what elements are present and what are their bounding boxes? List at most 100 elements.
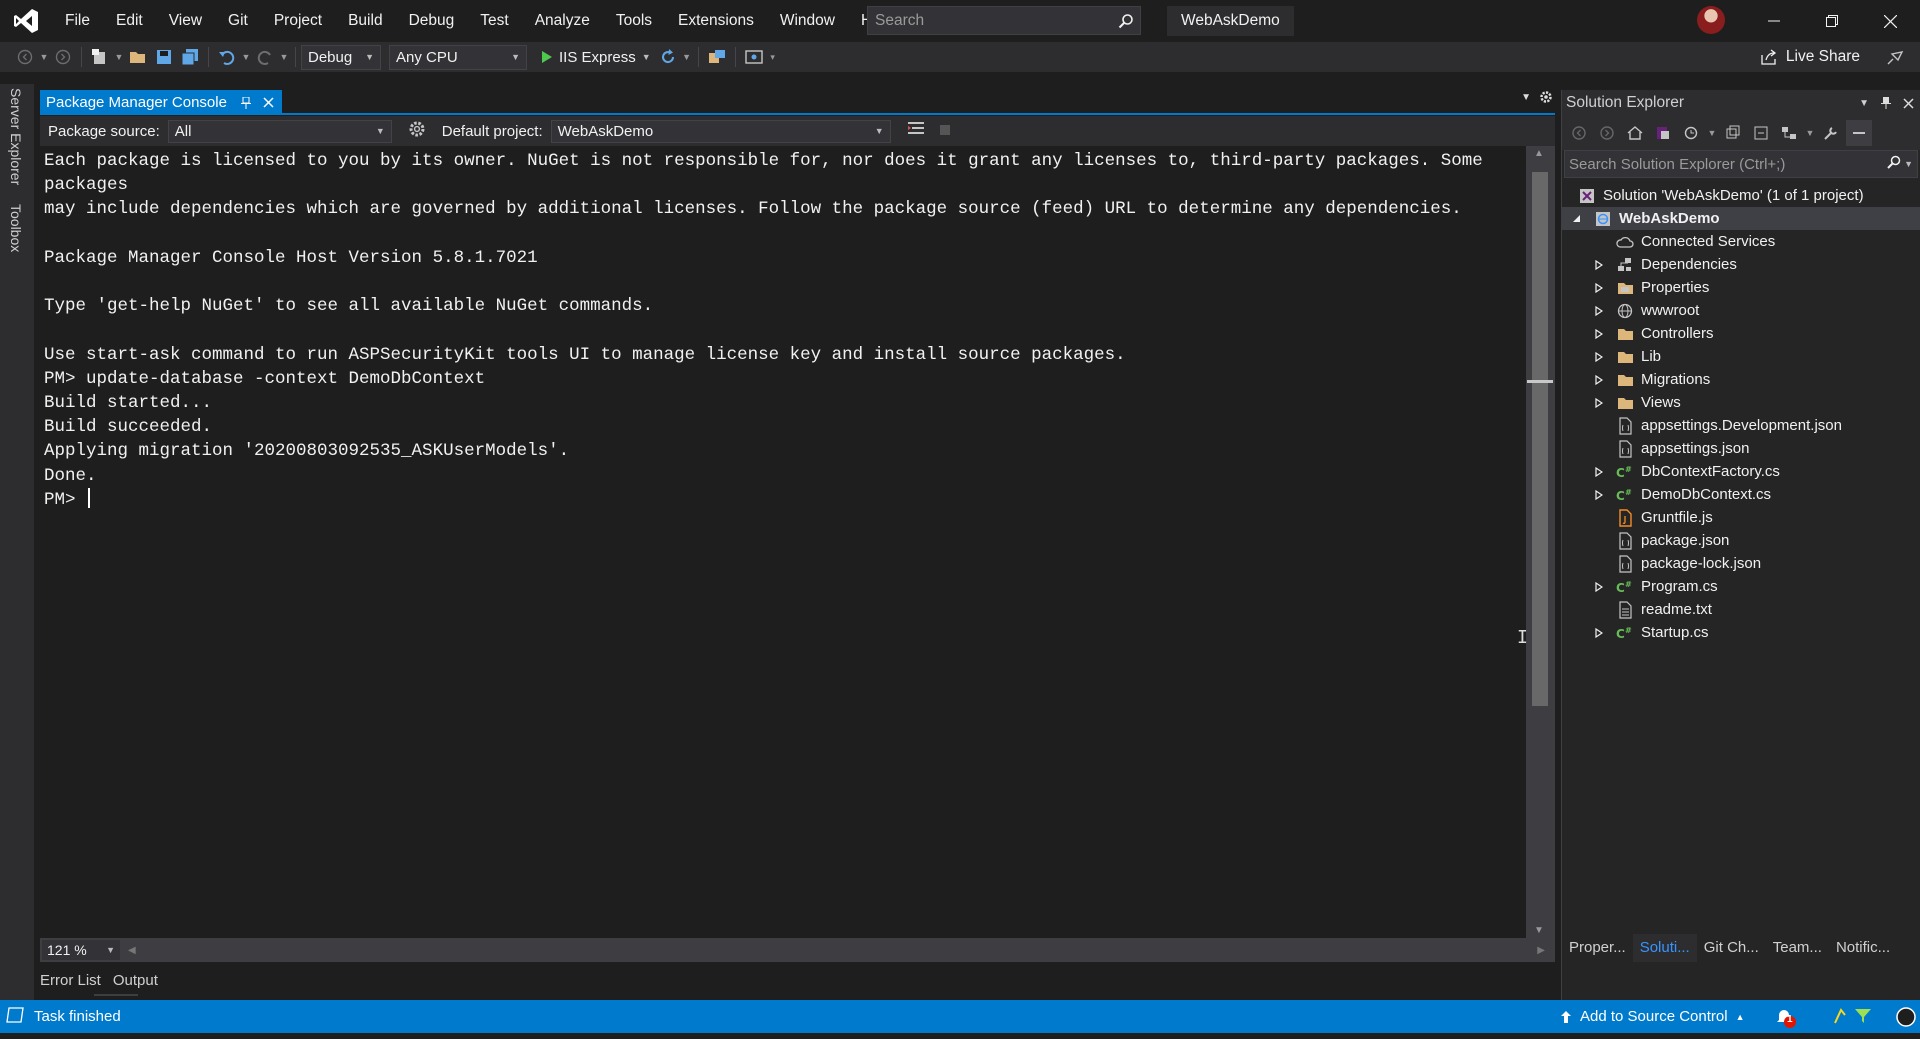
menu-build[interactable]: Build xyxy=(335,0,395,42)
collapsed-triangle-icon[interactable] xyxy=(1593,276,1605,299)
tree-item[interactable]: Properties xyxy=(1562,276,1920,299)
home-icon[interactable] xyxy=(1622,120,1648,146)
close-icon[interactable] xyxy=(1903,97,1914,109)
menu-tools[interactable]: Tools xyxy=(603,0,665,42)
scroll-right-arrow-icon[interactable]: ▶ xyxy=(1537,945,1545,956)
search-box[interactable] xyxy=(867,6,1141,35)
collapsed-triangle-icon[interactable] xyxy=(1593,322,1605,345)
tree-item[interactable]: readme.txt xyxy=(1562,598,1920,621)
solution-explorer-search[interactable]: ▼ xyxy=(1564,150,1918,178)
intellicode-icon[interactable] xyxy=(1832,1007,1850,1029)
scrollbar-thumb[interactable] xyxy=(1532,172,1548,706)
tree-item[interactable]: package.json xyxy=(1562,529,1920,552)
restore-button[interactable] xyxy=(1803,0,1861,42)
menu-git[interactable]: Git xyxy=(215,0,261,42)
collapsed-triangle-icon[interactable] xyxy=(1593,299,1605,322)
stop-command-icon[interactable] xyxy=(939,123,951,140)
back-dropdown-icon[interactable]: ▼ xyxy=(38,44,50,70)
tree-item[interactable]: Lib xyxy=(1562,345,1920,368)
default-project-select[interactable]: WebAskDemo ▼ xyxy=(550,119,891,143)
navigate-forward-icon[interactable] xyxy=(50,44,76,70)
panel-settings-gear-icon[interactable] xyxy=(1539,90,1553,108)
menu-extensions[interactable]: Extensions xyxy=(665,0,767,42)
menu-project[interactable]: Project xyxy=(261,0,335,42)
chevron-down-icon[interactable]: ▼ xyxy=(642,52,651,62)
open-folder-icon[interactable] xyxy=(125,44,151,70)
tree-item[interactable]: C # Program.cs xyxy=(1562,575,1920,598)
user-avatar[interactable] xyxy=(1697,6,1725,34)
tree-item[interactable]: C # DbContextFactory.cs xyxy=(1562,460,1920,483)
menu-window[interactable]: Window xyxy=(767,0,848,42)
collapsed-triangle-icon[interactable] xyxy=(1593,483,1605,506)
collapsed-triangle-icon[interactable] xyxy=(1593,460,1605,483)
navigate-back-icon[interactable] xyxy=(12,44,38,70)
undo-icon[interactable] xyxy=(214,44,240,70)
menu-view[interactable]: View xyxy=(156,0,215,42)
tree-item[interactable]: wwwroot xyxy=(1562,299,1920,322)
tab-output[interactable]: Output xyxy=(107,966,164,996)
menu-analyze[interactable]: Analyze xyxy=(522,0,603,42)
live-share-button[interactable]: Live Share xyxy=(1760,42,1860,72)
tree-item[interactable]: appsettings.json xyxy=(1562,437,1920,460)
web-preview-icon[interactable] xyxy=(741,44,767,70)
notifications-bell-icon[interactable]: 1 xyxy=(1774,1006,1796,1032)
redo-dropdown-icon[interactable]: ▼ xyxy=(278,44,290,70)
save-icon[interactable] xyxy=(151,44,177,70)
tree-item[interactable]: Controllers xyxy=(1562,322,1920,345)
se-bottom-tab[interactable]: Git Ch... xyxy=(1697,934,1766,962)
toolbox-tab[interactable]: Toolbox xyxy=(8,204,24,252)
tree-item[interactable]: package-lock.json xyxy=(1562,552,1920,575)
back-icon[interactable] xyxy=(1566,120,1592,146)
new-dropdown-icon[interactable]: ▼ xyxy=(113,44,125,70)
forward-icon[interactable] xyxy=(1594,120,1620,146)
solution-explorer-search-input[interactable] xyxy=(1569,155,1885,173)
feedback-icon[interactable] xyxy=(1882,44,1908,70)
show-all-files-icon[interactable] xyxy=(1776,120,1802,146)
collapse-all-icon[interactable] xyxy=(1748,120,1774,146)
collapsed-triangle-icon[interactable] xyxy=(1593,345,1605,368)
pin-icon[interactable] xyxy=(1881,97,1891,109)
collapsed-triangle-icon[interactable] xyxy=(1593,253,1605,276)
zoom-select[interactable]: 121 % ▼ xyxy=(42,940,120,960)
properties-wrench-icon[interactable] xyxy=(1818,120,1844,146)
account-status-icon[interactable] xyxy=(1895,1006,1917,1032)
console-vertical-scrollbar[interactable]: ▲ ▼ xyxy=(1526,146,1555,938)
collapsed-triangle-icon[interactable] xyxy=(1593,368,1605,391)
pending-changes-filter-icon[interactable] xyxy=(1678,120,1704,146)
clear-console-icon[interactable] xyxy=(907,121,925,141)
tree-item[interactable]: C # Startup.cs xyxy=(1562,621,1920,644)
undo-dropdown-icon[interactable]: ▼ xyxy=(240,44,252,70)
close-window-button[interactable] xyxy=(1861,0,1919,42)
search-input[interactable] xyxy=(875,11,1112,30)
collapsed-triangle-icon[interactable] xyxy=(1593,621,1605,644)
search-icon[interactable] xyxy=(1112,7,1140,35)
redo-icon[interactable] xyxy=(252,44,278,70)
server-explorer-tab[interactable]: Server Explorer xyxy=(8,88,24,185)
refresh-icon[interactable] xyxy=(655,44,681,70)
preview-selected-items-icon[interactable] xyxy=(1846,120,1872,146)
menu-debug[interactable]: Debug xyxy=(396,0,468,42)
tree-item[interactable]: Views xyxy=(1562,391,1920,414)
tab-package-manager-console[interactable]: Package Manager Console xyxy=(40,90,282,115)
tree-solution-node[interactable]: Solution 'WebAskDemo' (1 of 1 project) xyxy=(1562,184,1920,207)
switch-views-icon[interactable] xyxy=(1650,120,1676,146)
filter-dropdown-icon[interactable]: ▼ xyxy=(1706,120,1718,146)
expanded-triangle-icon[interactable] xyxy=(1571,207,1583,230)
visual-studio-logo-icon[interactable] xyxy=(0,0,52,42)
view-dropdown-icon[interactable]: ▼ xyxy=(1804,120,1816,146)
toolbar-overflow-icon[interactable]: ▾ xyxy=(767,44,779,70)
se-bottom-tab[interactable]: Soluti... xyxy=(1632,934,1697,962)
solution-configuration-select[interactable]: Debug ▼ xyxy=(301,44,381,70)
tree-item[interactable]: C # DemoDbContext.cs xyxy=(1562,483,1920,506)
scroll-up-arrow-icon[interactable]: ▲ xyxy=(1534,148,1544,159)
menu-edit[interactable]: Edit xyxy=(103,0,156,42)
save-all-icon[interactable] xyxy=(177,44,203,70)
search-icon[interactable] xyxy=(1884,155,1904,173)
package-source-settings-gear-icon[interactable] xyxy=(408,120,426,142)
close-icon[interactable] xyxy=(263,97,274,108)
console-output[interactable]: Each package is licensed to you by its o… xyxy=(40,146,1526,938)
tab-error-list[interactable]: Error List xyxy=(34,966,107,996)
browser-link-icon[interactable] xyxy=(704,44,730,70)
window-position-dropdown-icon[interactable]: ▼ xyxy=(1859,98,1869,109)
new-project-icon[interactable] xyxy=(87,44,113,70)
